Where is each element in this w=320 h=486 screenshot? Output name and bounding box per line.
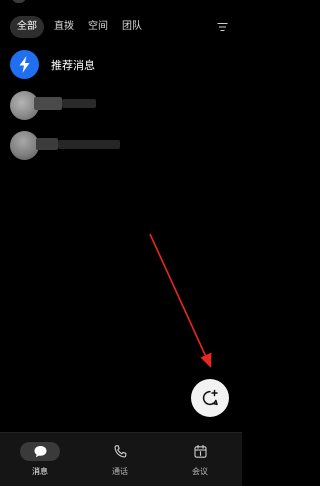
message-bubble-icon [34,446,47,458]
nav-item-messages[interactable]: 消息 [0,433,80,486]
bottom-navigation: 消息 通话 会议 [0,432,242,486]
nav-item-calls[interactable]: 通话 [80,433,160,486]
nav-item-meetings[interactable]: 会议 [160,433,240,486]
new-chat-bubble-plus-icon [202,389,218,406]
nav-label: 通话 [112,467,128,476]
phone-icon [114,445,127,458]
calendar-icon [194,444,207,458]
new-chat-button[interactable] [191,379,229,417]
nav-label: 会议 [192,467,208,476]
nav-label: 消息 [32,467,48,476]
